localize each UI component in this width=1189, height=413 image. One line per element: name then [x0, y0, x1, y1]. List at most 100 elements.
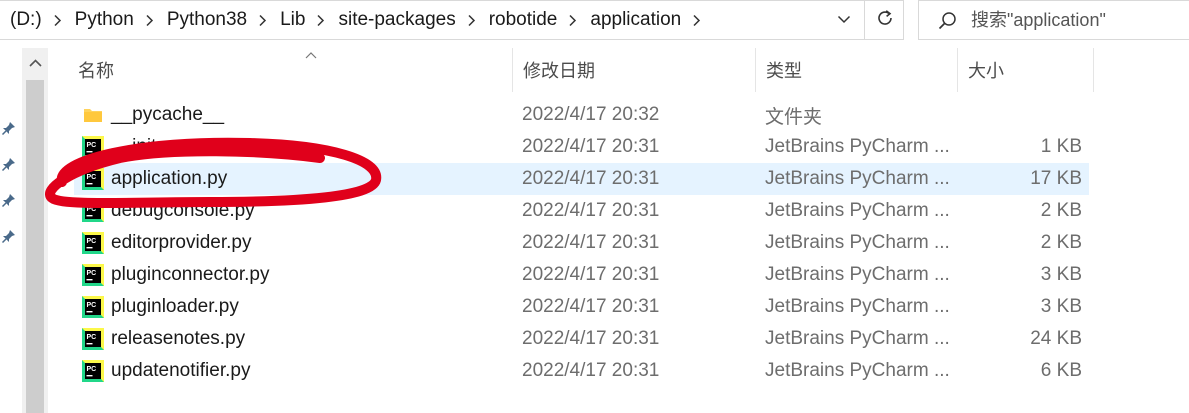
file-list: __pycache__ 2022/4/17 20:32 文件夹 PC __init__.… — [74, 99, 1089, 387]
file-name: updatenotifier.py — [111, 360, 251, 381]
svg-text:PC: PC — [87, 270, 97, 277]
file-name-cell: PC pluginloader.py — [74, 291, 514, 323]
file-type: JetBrains PyCharm ... — [765, 328, 950, 349]
breadcrumb-chevron-icon[interactable] — [138, 14, 163, 27]
breadcrumb-lib[interactable]: Lib — [276, 9, 309, 31]
svg-text:PC: PC — [87, 142, 97, 149]
file-type: JetBrains PyCharm ... — [765, 200, 950, 221]
breadcrumb-chevron-icon[interactable] — [460, 14, 485, 27]
column-date-label: 修改日期 — [523, 61, 595, 81]
file-name-cell: PC debugconsole.py — [74, 195, 514, 227]
chevron-up-icon — [28, 54, 42, 72]
svg-text:PC: PC — [87, 334, 97, 341]
column-type-label: 类型 — [766, 61, 802, 81]
svg-text:PC: PC — [87, 174, 97, 181]
navigation-scrollbar[interactable] — [22, 48, 48, 413]
pycharm-file-icon: PC — [82, 328, 104, 350]
breadcrumb: (D:) Python Python38 Lib site-packages r… — [0, 1, 710, 39]
file-name-cell: PC releasenotes.py — [74, 323, 514, 355]
address-bar[interactable]: (D:) Python Python38 Lib site-packages r… — [0, 0, 904, 40]
column-header-name[interactable]: 名称 — [68, 48, 513, 92]
pin-icon — [1, 156, 17, 172]
file-name-cell: PC __init__.py — [74, 131, 514, 163]
breadcrumb-python[interactable]: Python — [71, 9, 138, 31]
file-size: 3 KB — [1040, 264, 1082, 285]
file-date: 2022/4/17 20:32 — [522, 104, 660, 125]
column-name-label: 名称 — [78, 61, 114, 81]
file-type: JetBrains PyCharm ... — [765, 232, 950, 253]
file-row[interactable]: __pycache__ 2022/4/17 20:32 文件夹 — [74, 99, 1089, 131]
breadcrumb-chevron-icon[interactable] — [685, 14, 710, 27]
scroll-thumb[interactable] — [26, 80, 44, 413]
file-type: JetBrains PyCharm ... — [765, 264, 950, 285]
file-date: 2022/4/17 20:31 — [522, 328, 660, 349]
breadcrumb-chevron-icon[interactable] — [251, 14, 276, 27]
file-row[interactable]: PC pluginloader.py 2022/4/17 20:31 JetBrain… — [74, 291, 1089, 323]
file-row[interactable]: PC editorprovider.py 2022/4/17 20:31 JetBra… — [74, 227, 1089, 259]
file-row[interactable]: PC pluginconnector.py 2022/4/17 20:31 JetBr… — [74, 259, 1089, 291]
breadcrumb-chevron-icon[interactable] — [561, 14, 586, 27]
file-row[interactable]: PC updatenotifier.py 2022/4/17 20:31 JetBra… — [74, 355, 1089, 387]
column-header: 名称 修改日期 类型 大小 — [48, 48, 1189, 92]
file-size: 2 KB — [1040, 232, 1082, 253]
file-row[interactable]: PC application.py 2022/4/17 20:31 JetBrains… — [74, 163, 1089, 195]
file-name: pluginloader.py — [111, 296, 239, 317]
search-input[interactable] — [971, 9, 1171, 31]
address-history-dropdown[interactable] — [824, 1, 864, 39]
breadcrumb-chevron-icon[interactable] — [46, 14, 71, 27]
file-name: application.py — [111, 168, 228, 189]
file-type: JetBrains PyCharm ... — [765, 360, 950, 381]
pycharm-file-icon: PC — [82, 360, 104, 382]
column-size-label: 大小 — [968, 61, 1004, 81]
search-box[interactable] — [918, 0, 1189, 40]
pycharm-file-icon: PC — [82, 232, 104, 254]
column-header-size[interactable]: 大小 — [958, 48, 1094, 92]
file-size: 24 KB — [1030, 328, 1082, 349]
file-name-cell: PC editorprovider.py — [74, 227, 514, 259]
breadcrumb-site-packages[interactable]: site-packages — [334, 9, 459, 31]
pin-icon — [1, 228, 17, 244]
file-date: 2022/4/17 20:31 — [522, 232, 660, 253]
file-name-cell: PC updatenotifier.py — [74, 355, 514, 387]
file-date: 2022/4/17 20:31 — [522, 200, 660, 221]
file-name-cell: PC application.py — [74, 163, 514, 195]
file-name: __pycache__ — [111, 104, 225, 125]
column-header-type[interactable]: 类型 — [756, 48, 958, 92]
file-type: 文件夹 — [765, 106, 823, 128]
refresh-button[interactable] — [864, 1, 904, 39]
pycharm-file-icon: PC — [82, 264, 104, 286]
svg-text:PC: PC — [87, 206, 97, 213]
file-type: JetBrains PyCharm ... — [765, 296, 950, 317]
scroll-up-button[interactable] — [22, 48, 48, 78]
pin-icon — [1, 192, 17, 208]
breadcrumb-chevron-icon[interactable] — [309, 14, 334, 27]
refresh-icon — [876, 9, 894, 32]
file-size — [954, 99, 1082, 131]
address-bar-row: (D:) Python Python38 Lib site-packages r… — [0, 0, 1189, 40]
file-row[interactable]: PC debugconsole.py 2022/4/17 20:31 JetBrain… — [74, 195, 1089, 227]
navigation-pane-edge — [0, 40, 20, 413]
breadcrumb-drive[interactable]: (D:) — [6, 9, 46, 31]
pin-icon — [1, 120, 17, 136]
column-header-date[interactable]: 修改日期 — [513, 48, 756, 92]
file-name: debugconsole.py — [111, 200, 255, 221]
file-type: JetBrains PyCharm ... — [765, 136, 950, 157]
breadcrumb-python38[interactable]: Python38 — [163, 9, 251, 31]
file-row[interactable]: PC __init__.py 2022/4/17 20:31 JetBrains Py… — [74, 131, 1089, 163]
file-row[interactable]: PC releasenotes.py 2022/4/17 20:31 JetBrain… — [74, 323, 1089, 355]
file-name: __init__.py — [111, 136, 203, 157]
breadcrumb-robotide[interactable]: robotide — [485, 9, 562, 31]
file-date: 2022/4/17 20:31 — [522, 168, 660, 189]
svg-text:PC: PC — [87, 302, 97, 309]
folder-icon — [82, 104, 104, 126]
file-date: 2022/4/17 20:31 — [522, 136, 660, 157]
chevron-down-icon — [837, 11, 851, 29]
file-date: 2022/4/17 20:31 — [522, 360, 660, 381]
file-name: releasenotes.py — [111, 328, 246, 349]
pycharm-file-icon: PC — [82, 200, 104, 222]
breadcrumb-application[interactable]: application — [586, 9, 685, 31]
file-name: pluginconnector.py — [111, 264, 270, 285]
file-name-cell: PC pluginconnector.py — [74, 259, 514, 291]
file-name-cell: __pycache__ — [74, 99, 514, 131]
file-date: 2022/4/17 20:31 — [522, 296, 660, 317]
